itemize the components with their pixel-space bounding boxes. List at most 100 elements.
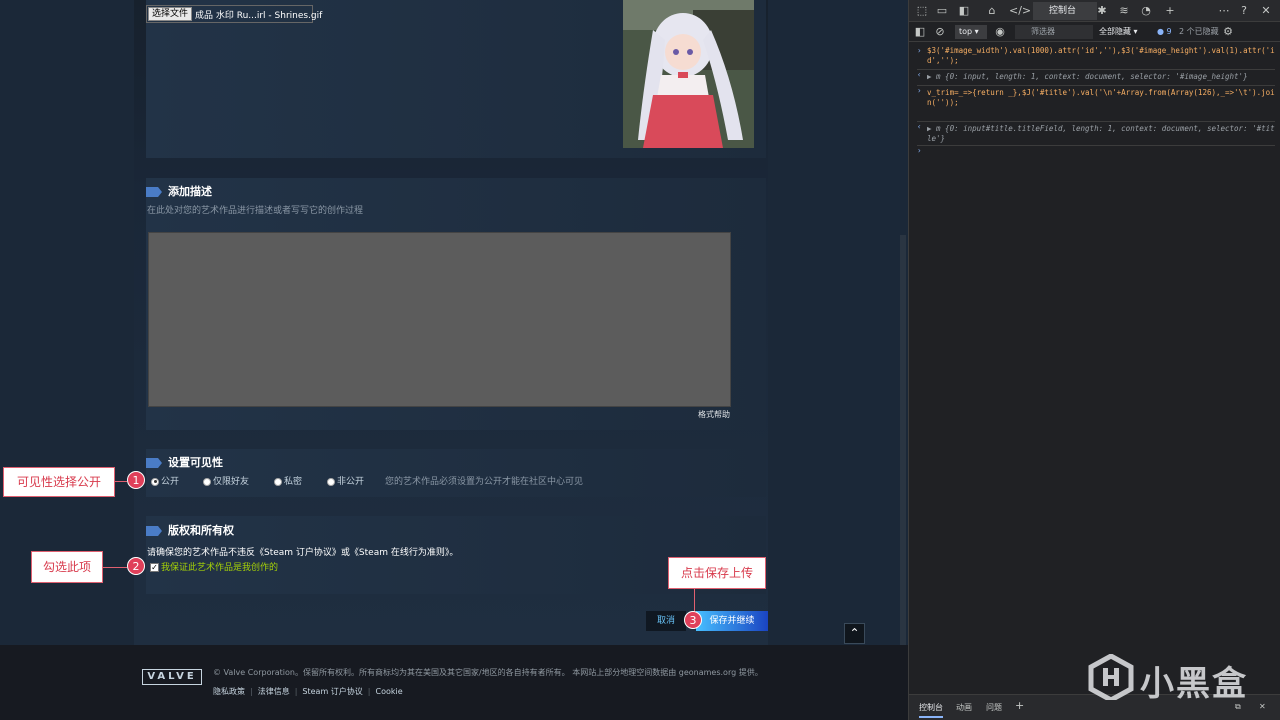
performance-icon[interactable]: ◔: [1139, 4, 1153, 18]
visibility-option-unlisted[interactable]: 非公开: [327, 474, 364, 487]
sidebar-toggle-icon[interactable]: ◧: [913, 25, 927, 39]
console-command-2-text: v_trim=_=>{return _},$J('#title').val('\…: [927, 88, 1275, 107]
log-levels-value: 全部隐藏: [1099, 27, 1131, 36]
context-select-value: top: [959, 27, 973, 36]
page-gutter-right: [768, 0, 908, 645]
copyright-heading-text: 版权和所有权: [168, 524, 234, 537]
drawer-tab-issues[interactable]: 问题: [986, 702, 1002, 713]
radio-icon[interactable]: [203, 477, 211, 486]
footer-link-legal[interactable]: 法律信息: [258, 687, 290, 696]
console-settings-gear-icon[interactable]: ⚙: [1221, 25, 1235, 39]
drawer-add-tab-icon[interactable]: +: [1015, 699, 1024, 712]
console-result-2-text: ▶ m {0: input#title.titleField, length: …: [927, 124, 1275, 143]
devtools-panel: ⬚ ▭ ◧ ⌂ </> 控制台 ✱ ≋ ◔ + ⋯ ? ✕ ◧ ⊘ top ▾ …: [908, 0, 1280, 720]
choose-file-button[interactable]: 选择文件: [148, 7, 192, 21]
annotation-label-2: 勾选此项: [31, 551, 103, 583]
site-footer: [0, 645, 908, 720]
footer-link-cookie[interactable]: Cookie: [375, 687, 402, 696]
more-options-icon[interactable]: ⋯: [1217, 4, 1231, 18]
tab-console-label: 控制台: [1049, 6, 1077, 16]
hidden-messages-count: 2 个已隐藏: [1179, 27, 1219, 36]
elements-tab-icon[interactable]: </>: [1009, 4, 1031, 18]
prompt-chevron-icon: ›: [917, 86, 922, 95]
visibility-note: 您的艺术作品必须设置为公开才能在社区中心可见: [385, 477, 584, 487]
visibility-section: [146, 449, 766, 497]
format-help-link[interactable]: 格式帮助: [698, 409, 730, 420]
description-hint: 在此处对您的艺术作品进行描述或者写写它的创作过程: [147, 206, 364, 216]
close-drawer-icon[interactable]: ✕: [1259, 702, 1266, 711]
console-output[interactable]: › $3('#image_width').val(1000).attr('id',…: [909, 42, 1280, 694]
ownership-checkbox-row[interactable]: ✓ 我保证此艺术作品是我创作的: [150, 560, 278, 573]
scroll-to-top-button[interactable]: ⌃: [844, 623, 865, 644]
description-heading: 添加描述: [146, 183, 212, 199]
visibility-option-label: 私密: [284, 477, 303, 487]
visibility-option-private[interactable]: 私密: [274, 474, 302, 487]
console-filter-input[interactable]: 筛选器: [1015, 25, 1093, 39]
footer-separator: |: [367, 687, 371, 696]
ownership-checkbox-label[interactable]: 我保证此艺术作品是我创作的: [161, 563, 278, 573]
result-arrow-icon: ‹: [917, 70, 922, 79]
console-toolbar: ◧ ⊘ top ▾ ◉ 筛选器 全部隐藏 ▾ ● 9 2 个已隐藏 ⚙: [909, 22, 1280, 42]
artwork-preview-image: [623, 0, 754, 148]
annotation-label-3: 点击保存上传: [668, 557, 766, 589]
drawer-tab-console[interactable]: 控制台: [919, 702, 943, 718]
dock-side-icon[interactable]: ◧: [957, 4, 971, 18]
console-result-1-text: ▶ m {0: input, length: 1, context: docum…: [927, 72, 1248, 81]
annotation-connector: [103, 567, 127, 568]
copyright-heading: 版权和所有权: [146, 522, 234, 538]
context-select[interactable]: top ▾: [955, 25, 987, 39]
visibility-option-public[interactable]: 公开: [151, 474, 179, 487]
radio-icon[interactable]: [274, 477, 282, 486]
footer-link-privacy[interactable]: 隐私政策: [213, 687, 245, 696]
console-result-2[interactable]: ‹ ▶ m {0: input#title.titleField, length:…: [917, 122, 1275, 146]
device-toolbar-icon[interactable]: ▭: [935, 4, 949, 18]
console-command-1: › $3('#image_width').val(1000).attr('id',…: [917, 46, 1275, 70]
add-tab-icon[interactable]: +: [1163, 4, 1177, 18]
cancel-button[interactable]: 取消: [646, 611, 686, 631]
radio-checked-icon[interactable]: [151, 477, 159, 486]
watermark-text: 小黑盒: [1140, 664, 1248, 704]
page-scrollbar[interactable]: [900, 235, 906, 715]
inspect-element-icon[interactable]: ⬚: [915, 4, 929, 18]
annotation-connector: [115, 481, 127, 482]
annotation-label-1: 可见性选择公开: [3, 467, 115, 497]
valve-logo[interactable]: VALVE: [142, 669, 202, 685]
xiaoheihe-watermark: 小黑盒: [1088, 650, 1248, 706]
result-arrow-icon: ‹: [917, 122, 922, 131]
visibility-heading: 设置可见性: [146, 454, 223, 470]
prompt-chevron-icon: ›: [917, 46, 922, 55]
visibility-option-label: 公开: [161, 477, 180, 487]
welcome-home-icon[interactable]: ⌂: [985, 4, 999, 18]
network-wifi-icon[interactable]: ≋: [1117, 4, 1131, 18]
section-arrow-icon: [146, 526, 162, 536]
footer-separator: |: [294, 687, 298, 696]
console-prompt[interactable]: ›: [917, 146, 1275, 158]
steam-upload-page: 选择文件 成品 水印 Ru...irl - Shrines.gif 添加描述 在…: [0, 0, 908, 720]
xiaoheihe-logo-icon: [1088, 654, 1134, 700]
radio-icon[interactable]: [327, 477, 335, 486]
visibility-option-label: 非公开: [337, 477, 365, 487]
clear-console-icon[interactable]: ⊘: [933, 25, 947, 39]
drawer-tab-animations[interactable]: 动画: [956, 702, 972, 713]
live-expression-eye-icon[interactable]: ◉: [993, 25, 1007, 39]
bug-icon[interactable]: ✱: [1095, 4, 1109, 18]
log-levels-dropdown[interactable]: 全部隐藏 ▾: [1099, 25, 1138, 39]
selected-file-name: 成品 水印 Ru...irl - Shrines.gif: [195, 11, 323, 21]
visibility-option-friends[interactable]: 仅限好友: [203, 474, 249, 487]
issues-badge[interactable]: ● 9: [1157, 25, 1172, 39]
footer-links: 隐私政策 | 法律信息 | Steam 订户协议 | Cookie: [213, 686, 403, 697]
tab-console[interactable]: 控制台: [1033, 2, 1097, 20]
section-arrow-icon: [146, 458, 162, 468]
footer-copyright: © Valve Corporation。保留所有权利。所有商标均为其在美国及其它…: [213, 668, 763, 677]
checkbox-checked-icon[interactable]: ✓: [150, 563, 159, 572]
issues-count: 9: [1166, 27, 1172, 36]
prompt-chevron-icon: ›: [917, 146, 922, 155]
footer-link-ssa[interactable]: Steam 订户协议: [302, 687, 362, 696]
visibility-heading-text: 设置可见性: [168, 456, 223, 469]
close-icon[interactable]: ✕: [1259, 4, 1273, 18]
description-textarea[interactable]: [148, 232, 731, 407]
console-result-1[interactable]: ‹ ▶ m {0: input, length: 1, context: docu…: [917, 70, 1275, 86]
help-icon[interactable]: ?: [1237, 4, 1251, 18]
description-heading-text: 添加描述: [168, 185, 212, 198]
save-continue-button[interactable]: 保存并继续: [696, 611, 768, 631]
